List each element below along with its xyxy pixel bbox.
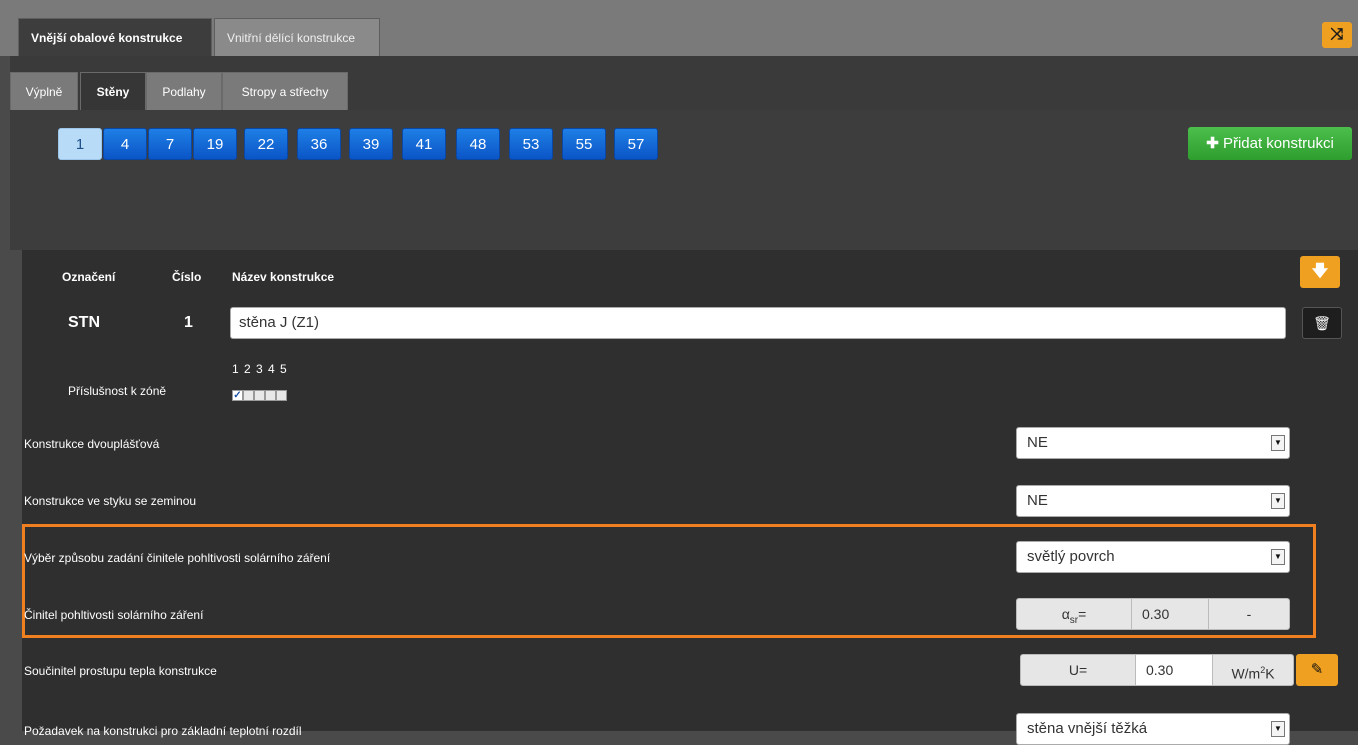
row-label-vyber-zpusobu: Výběr způsobu zadání činitele pohltivost…: [24, 551, 331, 565]
u-unit: W/m2K: [1212, 654, 1294, 686]
tab-vyplne[interactable]: Výplně: [10, 72, 78, 110]
tab-podlahy[interactable]: Podlahy: [146, 72, 222, 110]
tab-vnejsi-obalove[interactable]: Vnější obalové konstrukce: [18, 18, 212, 56]
construction-number-button[interactable]: 19: [193, 128, 237, 160]
select-value: stěna vnější těžká: [1027, 720, 1148, 737]
trash-icon[interactable]: 🗑: [1302, 307, 1342, 339]
select-dvouplastova[interactable]: NE ▼: [1016, 427, 1290, 459]
chevron-down-icon: ▼: [1271, 549, 1285, 565]
select-styk-zeminou[interactable]: NE ▼: [1016, 485, 1290, 517]
add-construction-label: Přidat konstrukci: [1222, 135, 1334, 152]
construction-number-button[interactable]: 57: [614, 128, 658, 160]
construction-number-button[interactable]: 22: [244, 128, 288, 160]
row-label-dvouplastova: Konstrukce dvouplášťová: [24, 437, 160, 451]
select-pozadavek[interactable]: stěna vnější těžká ▼: [1016, 713, 1290, 745]
zone-checkbox-3[interactable]: [254, 390, 265, 401]
chevron-down-icon: ▼: [1271, 435, 1285, 451]
edit-icon[interactable]: ✎: [1296, 654, 1338, 686]
row-label-soucinitel: Součinitel prostupu tepla konstrukce: [24, 664, 217, 678]
construction-oznaceni: STN: [68, 314, 100, 331]
u-symbol: U=: [1020, 654, 1136, 686]
row-label-styk-zeminou: Konstrukce ve styku se zeminou: [24, 494, 197, 508]
chevron-down-icon: ▼: [1271, 493, 1285, 509]
construction-number-button[interactable]: 41: [402, 128, 446, 160]
select-value: světlý povrch: [1027, 548, 1115, 565]
construction-number-button[interactable]: 39: [349, 128, 393, 160]
zone-label: Příslušnost k zóně: [68, 384, 167, 398]
add-construction-button[interactable]: ✚ Přidat konstrukci: [1188, 127, 1352, 160]
alpha-unit: -: [1208, 598, 1290, 630]
construction-number-button[interactable]: 55: [562, 128, 606, 160]
alpha-eq: =: [1078, 606, 1087, 622]
construction-number-button[interactable]: 36: [297, 128, 341, 160]
alpha-glyph: α: [1061, 606, 1070, 622]
tab-steny[interactable]: Stěny: [80, 72, 146, 110]
row-label-pozadavek: Požadavek na konstrukci pro základní tep…: [24, 724, 302, 738]
construction-name-input[interactable]: stěna J (Z1): [230, 307, 1286, 339]
tab-stropy-a-strechy[interactable]: Stropy a střechy: [222, 72, 348, 110]
alpha-symbol: αsr=: [1016, 598, 1132, 630]
shuffle-icon[interactable]: ⤨: [1322, 22, 1352, 48]
zone-checkbox-1[interactable]: ✓: [232, 390, 243, 401]
arrow-down-icon[interactable]: 🡇: [1300, 256, 1340, 288]
header-oznaceni: Označení: [62, 270, 116, 284]
select-value: NE: [1027, 492, 1048, 509]
zone-numbers: 1 2 3 4 5: [232, 362, 288, 376]
tab-vnitrni-delici[interactable]: Vnitřní dělící konstrukce: [214, 18, 380, 56]
plus-icon: ✚: [1206, 135, 1219, 152]
zone-checkbox-2[interactable]: [243, 390, 254, 401]
row-label-cinitel: Činitel pohltivosti solárního záření: [24, 608, 204, 622]
u-unit-end: K: [1265, 665, 1275, 682]
construction-number-button[interactable]: 53: [509, 128, 553, 160]
construction-number-button[interactable]: 4: [103, 128, 147, 160]
construction-number-button[interactable]: 48: [456, 128, 500, 160]
u-value-input[interactable]: 0.30: [1135, 654, 1213, 686]
construction-cislo: 1: [184, 314, 193, 331]
chevron-down-icon: ▼: [1271, 721, 1285, 737]
construction-number-button[interactable]: 1: [58, 128, 102, 160]
header-nazev: Název konstrukce: [232, 270, 335, 284]
header-cislo: Číslo: [172, 270, 202, 284]
zone-checkbox-5[interactable]: [276, 390, 287, 401]
u-unit-base: W/m: [1231, 665, 1261, 682]
select-value: NE: [1027, 434, 1048, 451]
select-vyber-zpusobu[interactable]: světlý povrch ▼: [1016, 541, 1290, 573]
zone-checkbox-4[interactable]: [265, 390, 276, 401]
alpha-value: 0.30: [1131, 598, 1209, 630]
alpha-subscript: sr: [1069, 614, 1079, 626]
construction-number-button[interactable]: 7: [148, 128, 192, 160]
